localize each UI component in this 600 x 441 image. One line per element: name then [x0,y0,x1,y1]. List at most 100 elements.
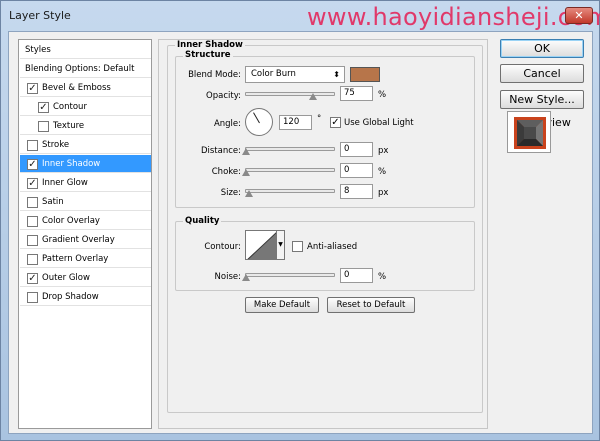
sidebar-item-label: Satin [42,197,64,207]
global-light-checkbox[interactable]: ✓ [330,117,341,128]
sidebar-item-texture[interactable]: Texture [20,117,151,135]
sidebar-item-label: Blending Options: Default [25,64,135,74]
contour-dropdown[interactable]: ▼ [277,230,285,260]
checkbox-pattern-overlay[interactable] [27,254,38,265]
cancel-button[interactable]: Cancel [500,64,584,83]
checkbox-inner-shadow[interactable]: ✓ [27,159,38,170]
choke-unit: % [378,167,387,177]
sidebar-item-contour[interactable]: ✓ Contour [20,98,151,116]
section-title: Inner Shadow [175,40,245,50]
structure-title: Structure [183,50,233,60]
sidebar-item-label: Color Overlay [42,216,100,226]
choke-slider-thumb[interactable] [242,169,250,176]
sidebar-item-pattern-overlay[interactable]: Pattern Overlay [20,250,151,268]
title-bar[interactable]: Layer Style www.haoyidiansheji.com ✕ [1,1,600,31]
settings-panel: Inner Shadow Structure Blend Mode: Color… [158,39,488,429]
distance-slider[interactable] [245,147,335,151]
sidebar-item-styles[interactable]: Styles [20,41,151,59]
angle-dial[interactable] [245,108,273,136]
cancel-label: Cancel [523,67,561,80]
sidebar-item-color-overlay[interactable]: Color Overlay [20,212,151,230]
preview-thumbnail [514,117,546,149]
sidebar-item-label: Pattern Overlay [42,254,109,264]
size-slider-thumb[interactable] [244,190,253,197]
angle-needle [253,112,260,124]
blend-mode-label: Blend Mode: [188,70,241,80]
new-style-button[interactable]: New Style... [500,90,584,109]
ok-label: OK [534,42,550,55]
checkbox-texture[interactable] [38,121,49,132]
chevron-down-icon: ▼ [278,241,283,248]
contour-label: Contour: [204,242,241,252]
angle-input[interactable]: 120 [279,115,312,130]
noise-unit: % [378,272,387,282]
sidebar-item-inner-shadow[interactable]: ✓ Inner Shadow [20,155,151,173]
checkbox-drop-shadow[interactable] [27,292,38,303]
checkbox-contour[interactable]: ✓ [38,102,49,113]
sidebar-item-outer-glow[interactable]: ✓ Outer Glow [20,269,151,287]
choke-label: Choke: [211,167,241,177]
dialog-body: Styles Blending Options: Default ✓ Bevel… [8,31,593,434]
sidebar-item-label: Inner Shadow [42,159,101,169]
close-button[interactable]: ✕ [565,7,593,24]
noise-slider[interactable] [245,273,335,277]
anti-aliased-checkbox[interactable] [292,241,303,252]
checkbox-stroke[interactable] [27,140,38,151]
sidebar-item-label: Gradient Overlay [42,235,115,245]
sidebar-item-drop-shadow[interactable]: Drop Shadow [20,288,151,306]
noise-slider-thumb[interactable] [242,274,250,281]
opacity-slider[interactable] [245,92,335,96]
contour-curve-icon [247,232,276,259]
checkbox-gradient-overlay[interactable] [27,235,38,246]
make-default-label: Make Default [253,300,311,310]
opacity-label: Opacity: [206,91,241,101]
watermark-text: www.haoyidiansheji.com [307,3,600,31]
anti-aliased-label: Anti-aliased [307,242,358,252]
opacity-unit: % [378,90,387,100]
distance-slider-thumb[interactable] [242,148,250,155]
blend-color-swatch[interactable] [350,67,380,82]
close-icon: ✕ [574,9,584,22]
make-default-button[interactable]: Make Default [245,297,319,313]
checkbox-outer-glow[interactable]: ✓ [27,273,38,284]
sidebar-item-gradient-overlay[interactable]: Gradient Overlay [20,231,151,249]
reset-default-label: Reset to Default [336,300,406,310]
blend-mode-select[interactable]: Color Burn ⬍ [245,66,345,83]
sidebar-item-label: Contour [53,102,87,112]
opacity-slider-thumb[interactable] [308,93,317,100]
checkbox-color-overlay[interactable] [27,216,38,227]
sidebar-item-label: Bevel & Emboss [42,83,111,93]
quality-title: Quality [183,216,222,226]
opacity-input[interactable]: 75 [340,86,373,101]
checkbox-inner-glow[interactable]: ✓ [27,178,38,189]
sidebar-item-bevel-emboss[interactable]: ✓ Bevel & Emboss [20,79,151,97]
size-input[interactable]: 8 [340,184,373,199]
ok-button[interactable]: OK [500,39,584,58]
sidebar-item-label: Styles [25,45,51,55]
sidebar-item-blending-options[interactable]: Blending Options: Default [20,60,151,78]
style-preview [507,111,551,153]
checkbox-bevel-emboss[interactable]: ✓ [27,83,38,94]
size-slider[interactable] [245,189,335,193]
distance-unit: px [378,146,389,156]
choke-input[interactable]: 0 [340,163,373,178]
noise-input[interactable]: 0 [340,268,373,283]
global-light-label: Use Global Light [344,118,414,128]
blend-mode-value: Color Burn [251,69,296,79]
size-label: Size: [220,188,241,198]
distance-label: Distance: [200,146,241,156]
contour-picker[interactable] [245,230,277,260]
sidebar-item-label: Stroke [42,140,70,150]
angle-label: Angle: [213,119,241,129]
sidebar-item-satin[interactable]: Satin [20,193,151,211]
angle-unit: ° [317,114,322,124]
sidebar-item-inner-glow[interactable]: ✓ Inner Glow [20,174,151,192]
window-title: Layer Style [9,9,71,22]
chevron-down-icon: ⬍ [333,70,340,79]
sidebar-item-stroke[interactable]: Stroke [20,136,151,154]
choke-slider[interactable] [245,168,335,172]
reset-default-button[interactable]: Reset to Default [327,297,415,313]
checkbox-satin[interactable] [27,197,38,208]
distance-input[interactable]: 0 [340,142,373,157]
new-style-label: New Style... [509,93,575,106]
